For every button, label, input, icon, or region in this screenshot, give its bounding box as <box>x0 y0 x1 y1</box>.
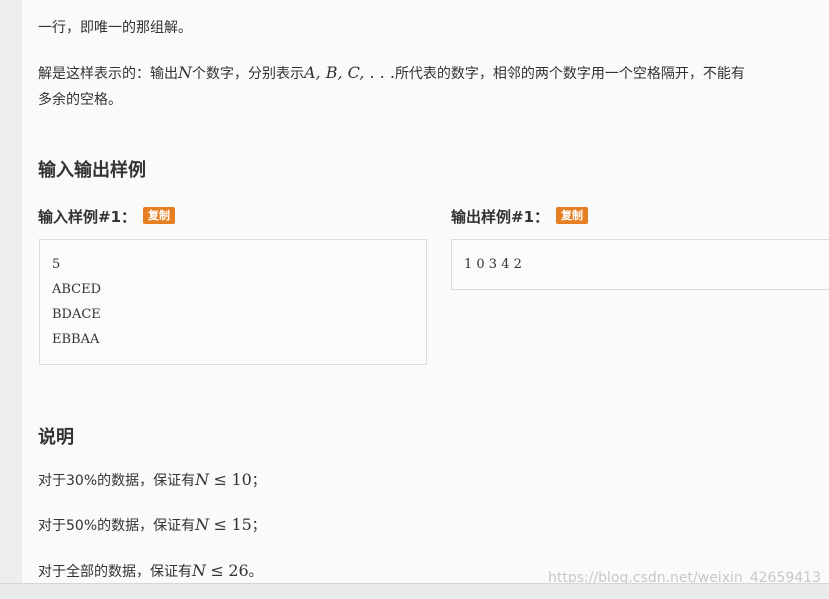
output-sample-line: 1 0 3 4 2 <box>464 257 522 272</box>
text-segment: 个数字，分别表示 <box>192 66 304 82</box>
input-sample-label: 输入样例#1： <box>38 208 137 226</box>
math-value: 15 <box>231 515 252 534</box>
note-item: 对于全部的数据，保证有N ≤ 26。 <box>38 560 263 583</box>
bottom-scroll-bar[interactable] <box>0 583 829 599</box>
output-format-line1: 一行，即唯一的那组解。 <box>38 17 192 39</box>
input-sample-line: BDACE <box>52 307 101 322</box>
note-item: 对于50%的数据，保证有N ≤ 15； <box>38 514 266 537</box>
samples-heading: 输入输出样例 <box>38 160 146 181</box>
copy-input-button[interactable]: 复制 <box>143 207 175 224</box>
text-segment: 对于50%的数据，保证有 <box>38 518 196 534</box>
copy-output-button[interactable]: 复制 <box>556 207 588 224</box>
input-sample-line: EBBAA <box>52 332 100 347</box>
output-format-line2: 解是这样表示的：输出N个数字，分别表示A, B, C, . . .所代表的数字，… <box>38 62 745 85</box>
math-var-n: N <box>195 470 210 489</box>
math-var-n: N <box>192 561 206 580</box>
text-segment: 。 <box>248 564 263 580</box>
math-operator: ≤ <box>213 515 227 534</box>
math-var-n: N <box>195 515 210 534</box>
math-value: 10 <box>231 470 252 489</box>
math-var-list: A, B, C, . . . <box>304 63 395 82</box>
input-sample-box[interactable]: 5 ABCED BDACE EBBAA <box>39 239 427 365</box>
left-margin-strip <box>0 0 22 599</box>
output-sample-label: 输出样例#1： <box>451 208 550 226</box>
math-operator: ≤ <box>213 470 227 489</box>
output-format-text: 一行，即唯一的那组解。 <box>38 20 192 36</box>
problem-content: 一行，即唯一的那组解。 解是这样表示的：输出N个数字，分别表示A, B, C, … <box>22 0 829 583</box>
input-sample-line: 5 <box>52 257 61 272</box>
notes-heading: 说明 <box>38 427 74 448</box>
note-item: 对于30%的数据，保证有N ≤ 10； <box>38 469 266 492</box>
math-value: 26 <box>228 561 249 580</box>
text-segment: 所代表的数字，相邻的两个数字用一个空格隔开，不能有 <box>394 66 745 82</box>
text-segment: ； <box>251 473 266 489</box>
text-segment: 对于30%的数据，保证有 <box>38 473 196 489</box>
output-sample-box[interactable]: 1 0 3 4 2 <box>451 239 829 290</box>
math-operator: ≤ <box>210 561 224 580</box>
text-segment: 多余的空格。 <box>38 92 122 108</box>
text-segment: 对于全部的数据，保证有 <box>38 564 192 580</box>
math-var-n: N <box>178 63 192 82</box>
text-segment: ； <box>251 518 266 534</box>
output-format-line3: 多余的空格。 <box>38 89 122 111</box>
input-sample-line: ABCED <box>52 282 102 297</box>
text-segment: 解是这样表示的：输出 <box>38 66 178 82</box>
